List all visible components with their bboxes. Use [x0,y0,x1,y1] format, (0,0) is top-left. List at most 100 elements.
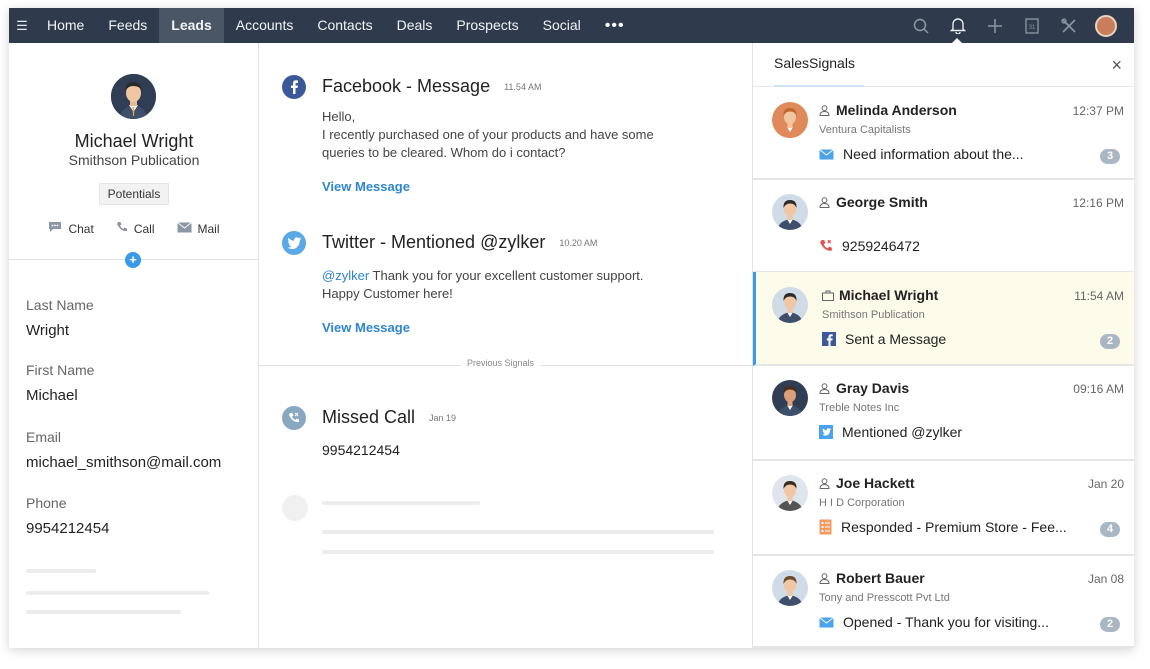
lead-company: Smithson Publication [68,152,200,168]
close-icon[interactable]: × [1111,55,1122,76]
mention-link[interactable]: @zylker [322,268,369,283]
signal-list-item[interactable]: Michael Wright Smithson Publication 11:54 … [753,272,1134,366]
count-badge: 2 [1100,617,1120,632]
placeholder-line [26,569,96,573]
contact-name[interactable]: Joe Hackett [819,475,915,491]
contact-name[interactable]: Gray Davis [819,380,909,396]
more-menu-button[interactable]: ••• [593,17,637,35]
signal-time: 09:16 AM [1073,382,1124,396]
contact-name-text: Michael Wright [839,287,939,303]
signal-message-text: Opened - Thank you for visiting... [843,614,1049,630]
signal-message: 9259246472 [819,238,920,254]
signal-list-item[interactable]: Melinda Anderson Ventura Capitalists 12:37… [753,87,1134,180]
mail-button[interactable]: Mail [176,221,220,236]
nav-contacts[interactable]: Contacts [305,8,384,43]
view-message-link[interactable]: View Message [322,179,410,194]
facebook-icon [822,332,836,346]
nav-right-icons: 31 [902,8,1124,44]
search-icon[interactable] [902,8,939,43]
avatar [772,570,808,606]
contact-name[interactable]: Melinda Anderson [819,102,957,118]
placeholder-line [322,550,714,554]
nav-deals[interactable]: Deals [385,8,445,43]
plus-icon[interactable] [976,8,1013,43]
mail-label: Mail [197,221,220,236]
signal-title: Missed Call Jan 19 [322,407,456,428]
count-badge: 3 [1100,149,1120,164]
survey-icon [819,519,832,535]
person-icon [819,476,830,489]
first-name-label: First Name [26,362,95,378]
contact-name[interactable]: George Smith [819,194,928,210]
signal-title-text: Missed Call [322,407,416,427]
add-button[interactable]: + [125,252,141,268]
view-message-link[interactable]: View Message [322,320,410,335]
nav-leads[interactable]: Leads [159,8,224,43]
call-button[interactable]: Call [116,221,155,236]
signal-body-line: I recently purchased one of your product… [322,127,654,142]
mail-icon [819,148,834,160]
user-avatar[interactable] [1087,8,1124,43]
twitter-icon [282,231,306,255]
app-window: ☰ Home Feeds Leads Accounts Contacts Dea… [9,8,1134,648]
lead-details-panel: Michael Wright Smithson Publication Pote… [9,43,259,648]
hamburger-icon[interactable]: ☰ [9,18,35,34]
nav-feeds[interactable]: Feeds [96,8,159,43]
previous-signals-label: Previous Signals [461,358,541,368]
signal-time: Jan 08 [1087,572,1124,586]
signal-time: 10.20 AM [559,238,598,249]
person-icon [819,195,830,208]
nav-prospects[interactable]: Prospects [444,8,530,43]
placeholder-line [322,530,714,534]
calendar-icon[interactable]: 31 [1013,8,1050,43]
contact-company: H I D Corporation [819,497,905,509]
signal-body-line: Hello, [322,109,356,124]
contact-company: Ventura Capitalists [819,124,911,136]
nav-home[interactable]: Home [35,8,96,43]
person-icon [819,381,830,394]
signal-time: 12:16 PM [1072,196,1124,210]
nav-social[interactable]: Social [531,8,593,43]
signal-message: Need information about the... [819,146,1024,162]
signal-list-item[interactable]: Gray Davis Treble Notes Inc 09:16 AM Mentio… [753,365,1134,461]
tools-icon[interactable] [1050,8,1087,43]
signal-title-text: Twitter - Mentioned @zylker [322,232,546,252]
top-navigation: ☰ Home Feeds Leads Accounts Contacts Dea… [9,8,1134,44]
panel-title: SalesSignals [774,55,855,71]
twitter-icon [819,425,833,439]
person-icon [819,571,830,584]
signal-list-item[interactable]: Robert Bauer Tony and Presscott Pvt Ltd Ja… [753,555,1134,648]
avatar [772,287,808,323]
signal-message: Mentioned @zylker [819,424,962,440]
mail-icon [819,616,834,628]
avatar [772,102,808,138]
signal-list-item[interactable]: George Smith 12:16 PM 9259246472 [753,179,1134,273]
person-icon [819,103,830,116]
signal-message: Sent a Message [822,331,946,347]
signal-time: 12:37 PM [1072,104,1124,118]
missed-call-icon [819,239,833,253]
signal-body: @zylker Thank you for your excellent cus… [322,267,702,303]
panel-header: SalesSignals × [753,43,1134,87]
signal-message-text: Mentioned @zylker [842,424,963,440]
signal-message: Responded - Premium Store - Fee... [819,519,1067,535]
signal-time: Jan 19 [429,413,457,424]
signal-title: Facebook - Message 11.54 AM [322,76,541,97]
placeholder-line [322,501,480,505]
contact-name[interactable]: Michael Wright [822,287,938,303]
contact-name-text: Robert Bauer [836,570,925,586]
email-label: Email [26,429,62,445]
phone-icon [116,221,128,236]
contact-company: Tony and Presscott Pvt Ltd [819,592,950,604]
bell-icon[interactable] [939,8,976,44]
email-value: michael_smithson@mail.com [26,454,222,471]
contact-company: Treble Notes Inc [819,402,900,414]
last-name-label: Last Name [26,297,94,313]
chat-button[interactable]: Chat [48,221,94,236]
signal-time: Jan 20 [1087,477,1124,491]
nav-accounts[interactable]: Accounts [224,8,306,43]
contact-name[interactable]: Robert Bauer [819,570,925,586]
signal-list-item[interactable]: Joe Hackett H I D Corporation Jan 20 Respon… [753,460,1134,556]
potentials-tag[interactable]: Potentials [99,183,169,205]
placeholder-line [26,591,209,595]
